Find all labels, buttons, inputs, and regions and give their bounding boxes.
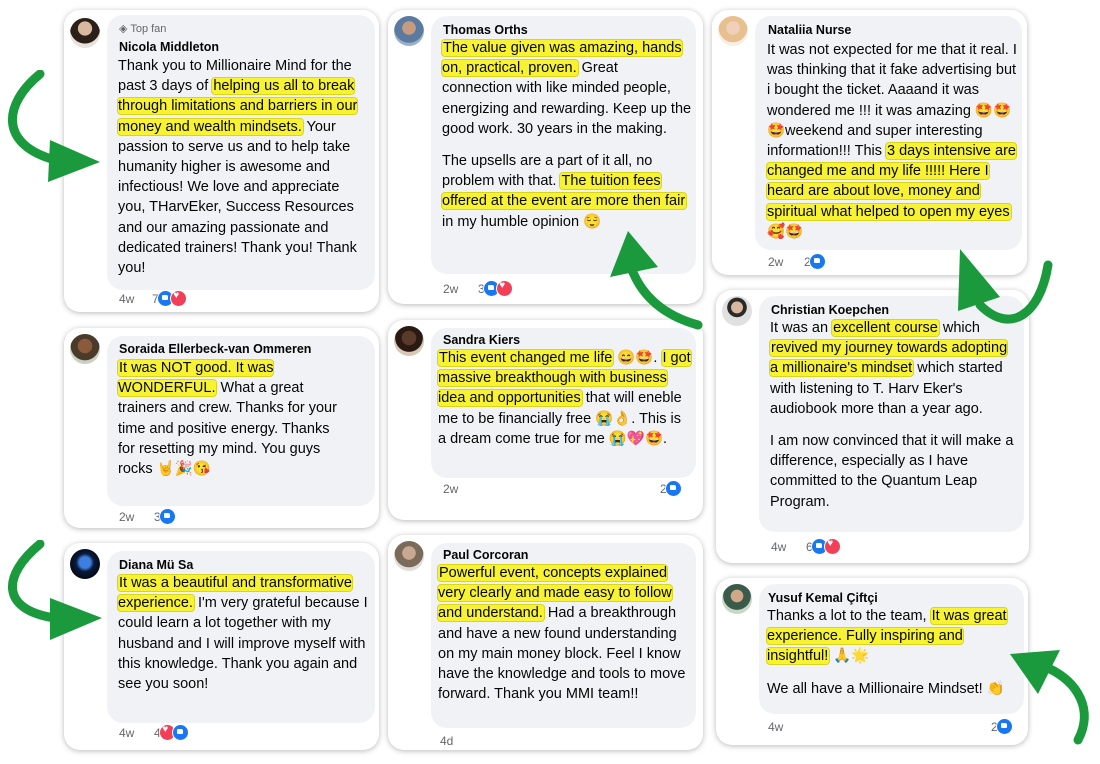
comment-meta: 2w [443,282,458,296]
comment-paragraph: Thank you to Millionaire Mind for the pa… [116,56,370,278]
love-reaction-icon [169,290,187,307]
reactions[interactable]: 2 [804,253,826,270]
comment-paragraph: Powerful event, concepts explained very … [437,563,692,704]
avatar[interactable] [394,541,424,571]
highlighted-text: This event changed me life [436,349,615,367]
comment-paragraph: It was a beautiful and transformative ex… [117,573,370,694]
comment-paragraph: It was not expected for me that it real.… [766,40,1017,242]
reactions[interactable]: 6 [806,538,841,555]
comment-meta: 4d [440,734,453,748]
top-fan-diamond-icon: ◈ [119,23,128,35]
comment-card-yusuf: Yusuf Kemal Çiftçi Thanks a lot to the t… [716,578,1028,745]
like-reaction-icon [808,253,826,270]
comment-time[interactable]: 4d [440,734,453,748]
comment-meta: 2w [443,482,458,496]
author-name[interactable]: Christian Koepchen [771,303,889,317]
author-name[interactable]: Diana Mü Sa [119,558,193,572]
comment-paragraph: We all have a Millionaire Mindset! 👏 [767,679,1021,699]
comment-paragraph: This event changed me life 😄🤩. I got mas… [436,348,692,449]
author-name[interactable]: Thomas Orths [443,23,528,37]
like-reaction-icon [158,508,176,525]
reactions[interactable]: 2 [660,480,682,497]
top-fan-badge: ◈ Top fan [119,23,167,35]
comment-meta: 2w [119,510,134,524]
comment-paragraph: It was NOT good. It was WONDERFUL. What … [116,358,348,479]
comment-time[interactable]: 2w [443,482,458,496]
comment-time[interactable]: 4w [119,726,134,740]
curved-arrow-icon [7,70,100,182]
comment-card-paul: Paul Corcoran Powerful event, concepts e… [388,535,703,750]
comment-meta: 4w [768,720,783,734]
comment-card-diana: Diana Mü Sa It was a beautiful and trans… [64,543,379,750]
comment-time[interactable]: 2w [119,510,134,524]
comment-text: It was not expected for me that it real.… [766,40,1017,242]
text-segment: I am now convinced that it will make a d… [770,433,1014,510]
author-name[interactable]: Soraida Ellerbeck-van Ommeren [119,342,311,356]
text-segment: Thanks a lot to the team, [767,608,931,624]
text-segment: 🥰🤩 [767,223,804,240]
comment-text: It was a beautiful and transformative ex… [117,573,370,694]
curved-arrow-icon [1010,650,1089,745]
avatar[interactable] [394,326,424,356]
comment-card-nicola: ◈ Top fan Nicola Middleton Thank you to … [64,10,379,312]
avatar[interactable] [722,584,752,614]
avatar[interactable] [718,16,748,46]
comment-paragraph: I am now convinced that it will make a d… [770,431,1018,512]
comment-text: Thanks a lot to the team, It was great e… [766,606,1021,699]
avatar[interactable] [722,296,752,326]
comment-text: The value given was amazing, hands on, p… [440,38,692,232]
comment-paragraph: The value given was amazing, hands on, p… [441,38,692,139]
author-name[interactable]: Paul Corcoran [443,548,528,562]
comment-paragraph: Thanks a lot to the team, It was great e… [766,606,1021,667]
reactions[interactable]: 7 [152,290,187,307]
text-segment: Your passion to serve us and to help tak… [118,118,357,277]
curved-arrow-icon [610,231,703,330]
comment-paragraph: The upsells are a part of it all, no pro… [440,151,692,232]
comment-meta: 4w [119,726,134,740]
text-segment: 🙏🌟 [829,648,870,665]
author-name[interactable]: Sandra Kiers [443,333,520,347]
avatar[interactable] [70,334,100,364]
avatar[interactable] [394,16,424,46]
text-segment: It was not expected for me that it real.… [767,42,1017,160]
like-reaction-icon [171,724,189,741]
like-reaction-icon [664,480,682,497]
love-reaction-icon [495,280,513,297]
comment-time[interactable]: 4w [119,292,134,306]
love-reaction-icon [823,538,841,555]
comment-card-sandra: Sandra Kiers This event changed me life … [388,320,703,520]
author-name[interactable]: Nicola Middleton [119,40,219,54]
text-segment: We all have a Millionaire Mindset! 👏 [767,680,1005,697]
comment-card-soraida: Soraida Ellerbeck-van Ommeren It was NOT… [64,328,379,528]
avatar[interactable] [70,18,100,48]
text-segment: in my humble opinion 😌 [442,213,602,230]
comment-text: Thank you to Millionaire Mind for the pa… [116,56,370,278]
comment-meta: 4w [771,540,786,554]
reactions[interactable]: 3 [478,280,513,297]
text-segment: 😄🤩. [613,350,662,366]
comment-time[interactable]: 2w [443,282,458,296]
text-segment: It was an [770,320,833,336]
author-name[interactable]: Nataliia Nurse [768,23,851,37]
comment-text: Powerful event, concepts explained very … [437,563,692,704]
highlighted-text: The value given was amazing, hands on, p… [441,38,683,78]
author-name[interactable]: Yusuf Kemal Çiftçi [768,591,878,605]
highlighted-text: excellent course [831,319,940,337]
comment-text: It was NOT good. It was WONDERFUL. What … [116,358,348,479]
comment-time[interactable]: 2w [768,255,783,269]
comment-time[interactable]: 4w [771,540,786,554]
reactions[interactable]: 4 [154,724,189,741]
comment-meta: 2w [768,255,783,269]
comment-text: This event changed me life 😄🤩. I got mas… [436,348,692,449]
reactions[interactable]: 3 [154,508,176,525]
curved-arrow-icon [958,249,1053,324]
comment-time[interactable]: 4w [768,720,783,734]
curved-arrow-icon [8,540,102,640]
